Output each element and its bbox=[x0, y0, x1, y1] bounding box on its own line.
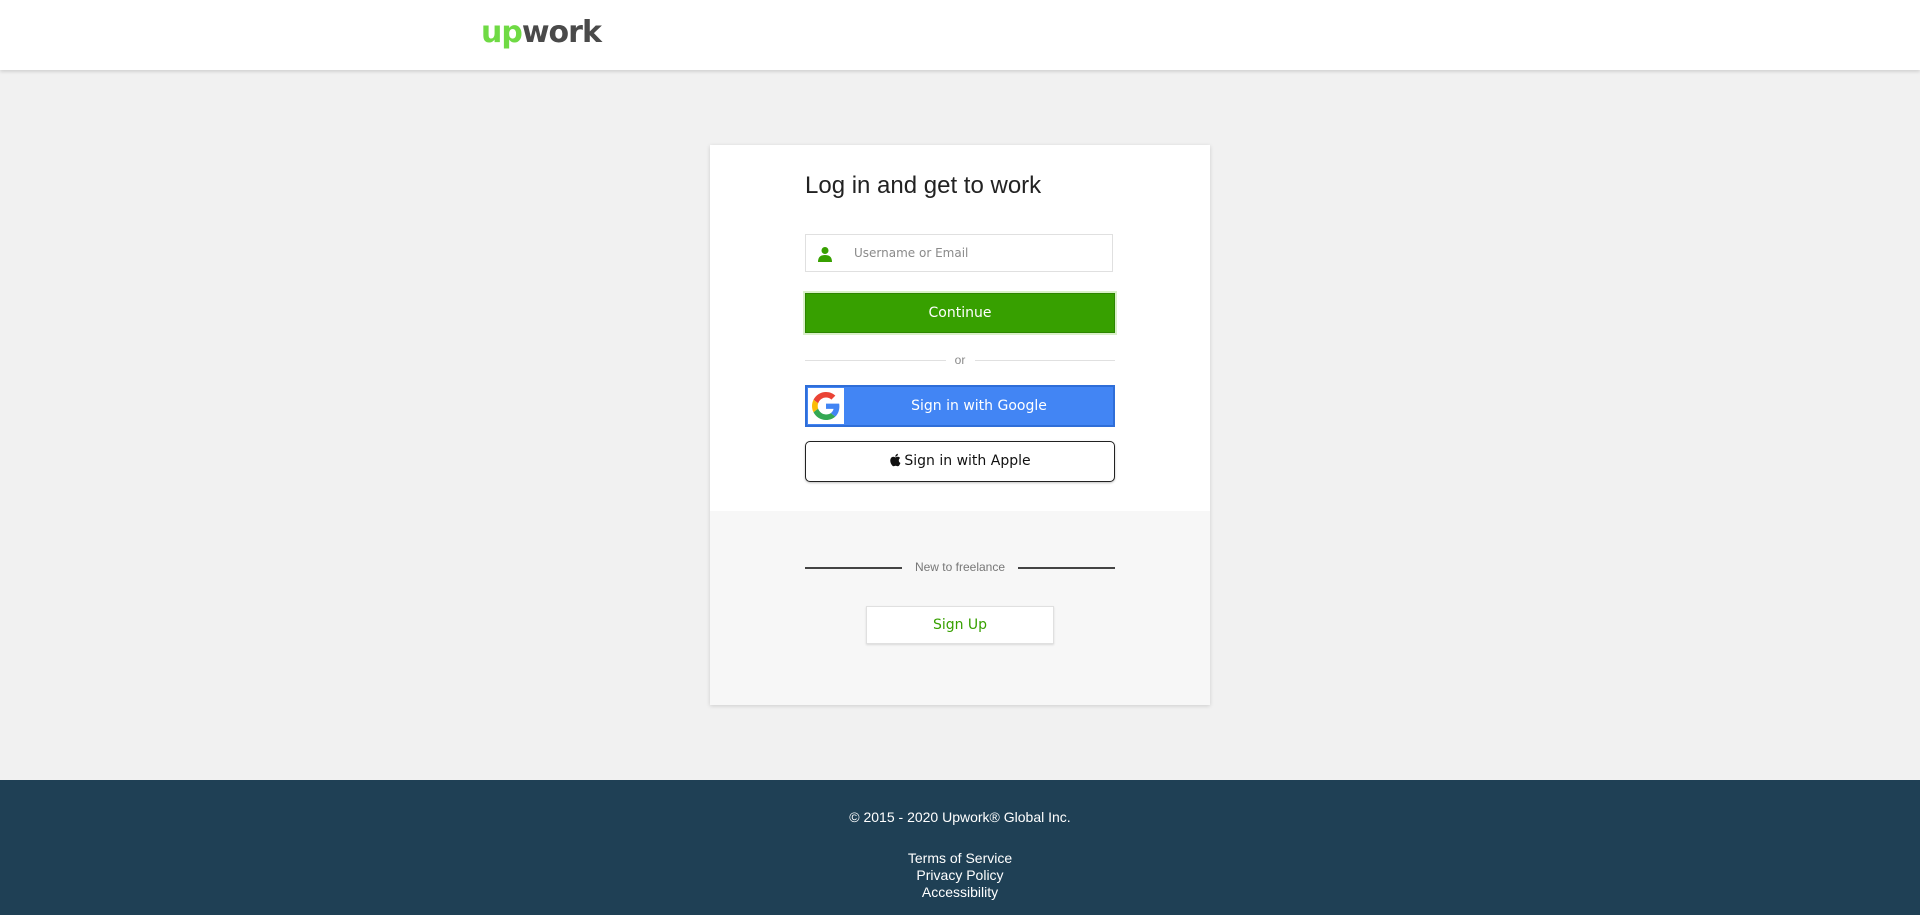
top-header: upwork bbox=[0, 0, 1920, 70]
freelance-line-right bbox=[1018, 567, 1115, 569]
google-icon-box bbox=[808, 388, 844, 424]
divider-line-right bbox=[975, 360, 1115, 361]
google-g-icon bbox=[812, 392, 840, 420]
footer-links: Terms of Service Privacy Policy Accessib… bbox=[0, 850, 1920, 901]
apple-signin-button[interactable]: Sign in with Apple bbox=[805, 441, 1115, 482]
apple-signin-label: Sign in with Apple bbox=[904, 453, 1031, 469]
username-input[interactable] bbox=[854, 235, 1104, 271]
page-title: Log in and get to work bbox=[805, 172, 1042, 199]
login-card: Log in and get to work Continue or bbox=[710, 145, 1210, 705]
logo-up-text: up bbox=[481, 15, 523, 50]
continue-button[interactable]: Continue bbox=[805, 293, 1115, 333]
new-to-freelance-divider: New to freelance bbox=[805, 559, 1115, 575]
apple-icon bbox=[890, 453, 901, 466]
terms-of-service-link[interactable]: Terms of Service bbox=[0, 850, 1920, 867]
username-field[interactable] bbox=[805, 234, 1113, 272]
accessibility-link[interactable]: Accessibility bbox=[0, 884, 1920, 901]
privacy-policy-link[interactable]: Privacy Policy bbox=[0, 867, 1920, 884]
login-section: Log in and get to work Continue or bbox=[710, 145, 1210, 511]
google-signin-button[interactable]: Sign in with Google bbox=[805, 385, 1115, 427]
google-signin-label: Sign in with Google bbox=[911, 398, 1047, 414]
or-divider: or bbox=[805, 352, 1115, 368]
logo-work-text: work bbox=[521, 15, 602, 50]
upwork-logo[interactable]: upwork bbox=[481, 14, 602, 52]
copyright-text: © 2015 - 2020 Upwork® Global Inc. bbox=[849, 809, 1071, 825]
page-footer: © 2015 - 2020 Upwork® Global Inc. Terms … bbox=[0, 780, 1920, 915]
signup-button[interactable]: Sign Up bbox=[866, 606, 1054, 644]
user-icon bbox=[818, 247, 832, 262]
